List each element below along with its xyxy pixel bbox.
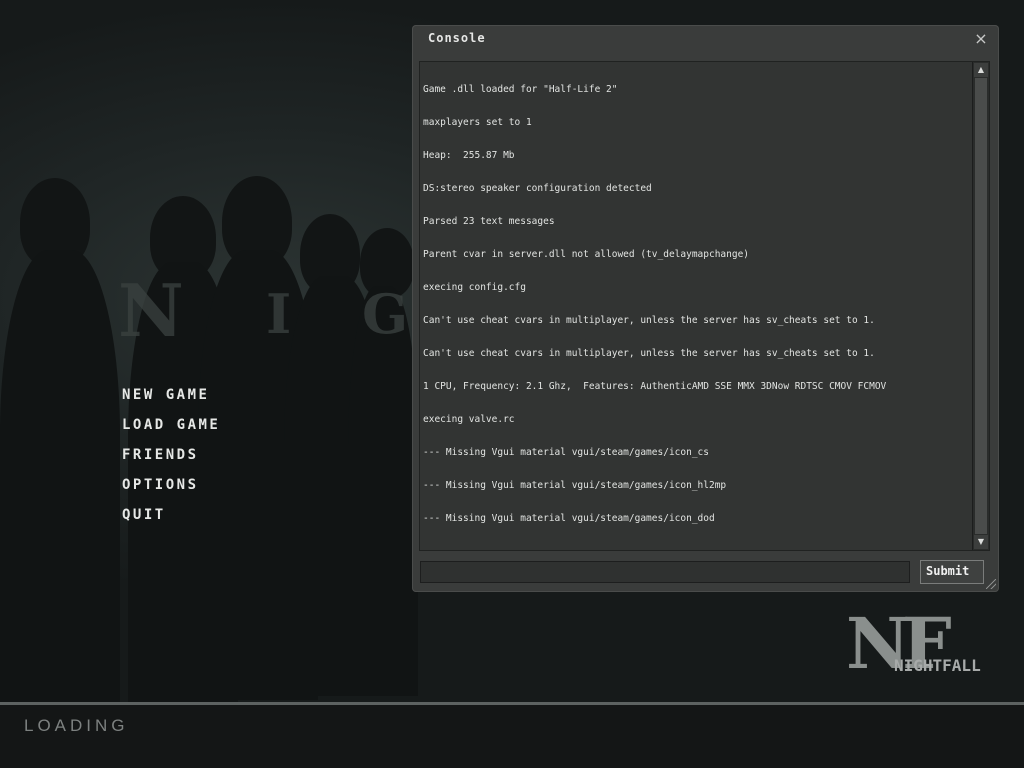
log-line: Can't use cheat cvars in multiplayer, un… [423,348,875,359]
log-line: Heap: 255.87 Mb [423,150,515,161]
main-menu: NEW GAME LOAD GAME FRIENDS OPTIONS QUIT [122,386,220,536]
console-log: Game .dll loaded for "Half-Life 2" maxpl… [419,61,990,551]
log-line: Parsed 23 text messages [423,216,555,227]
menu-friends[interactable]: FRIENDS [122,446,220,464]
scroll-down-icon[interactable]: ▼ [974,535,988,549]
menu-new-game[interactable]: NEW GAME [122,386,220,404]
loading-label: LOADING [24,716,129,735]
menu-options[interactable]: OPTIONS [122,476,220,494]
console-scrollbar[interactable]: ▲ ▼ [972,62,989,550]
menu-quit[interactable]: QUIT [122,506,220,524]
log-line: --- Missing Vgui material vgui/steam/gam… [423,480,727,491]
log-line: --- Missing Vgui material vgui/steam/gam… [423,513,715,524]
silhouette-body [0,250,120,710]
log-line: Can't use cheat cvars in multiplayer, un… [423,315,875,326]
title-letter: N [118,268,186,353]
log-line: execing config.cfg [423,282,526,293]
title-letter: I [266,282,294,346]
log-line: Game .dll loaded for "Half-Life 2" [423,84,618,95]
log-line: Parent cvar in server.dll not allowed (t… [423,249,750,260]
submit-button[interactable]: Submit [920,560,984,584]
scroll-thumb[interactable] [975,78,987,534]
scroll-up-icon[interactable]: ▲ [974,63,988,77]
console-title[interactable]: Console [428,31,486,45]
log-line: maxplayers set to 1 [423,117,532,128]
logo-wordmark: NIGHTFALL [894,656,981,675]
log-line: DS:stereo speaker configuration detected [423,183,652,194]
resize-grip-icon[interactable] [986,579,996,589]
nightfall-logo: NF NIGHTFALL [846,604,1000,694]
menu-load-game[interactable]: LOAD GAME [122,416,220,434]
close-icon[interactable]: × [973,31,989,47]
console-window: Console × Game .dll loaded for "Half-Lif… [412,25,999,592]
loading-bar [0,705,1024,768]
title-letter: G [362,282,411,346]
console-command-input[interactable] [420,561,910,583]
console-log-text: Game .dll loaded for "Half-Life 2" maxpl… [423,62,973,548]
log-line: execing valve.rc [423,414,515,425]
log-line: 1 CPU, Frequency: 2.1 Ghz, Features: Aut… [423,381,887,392]
log-line: --- Missing Vgui material vgui/steam/gam… [423,447,709,458]
